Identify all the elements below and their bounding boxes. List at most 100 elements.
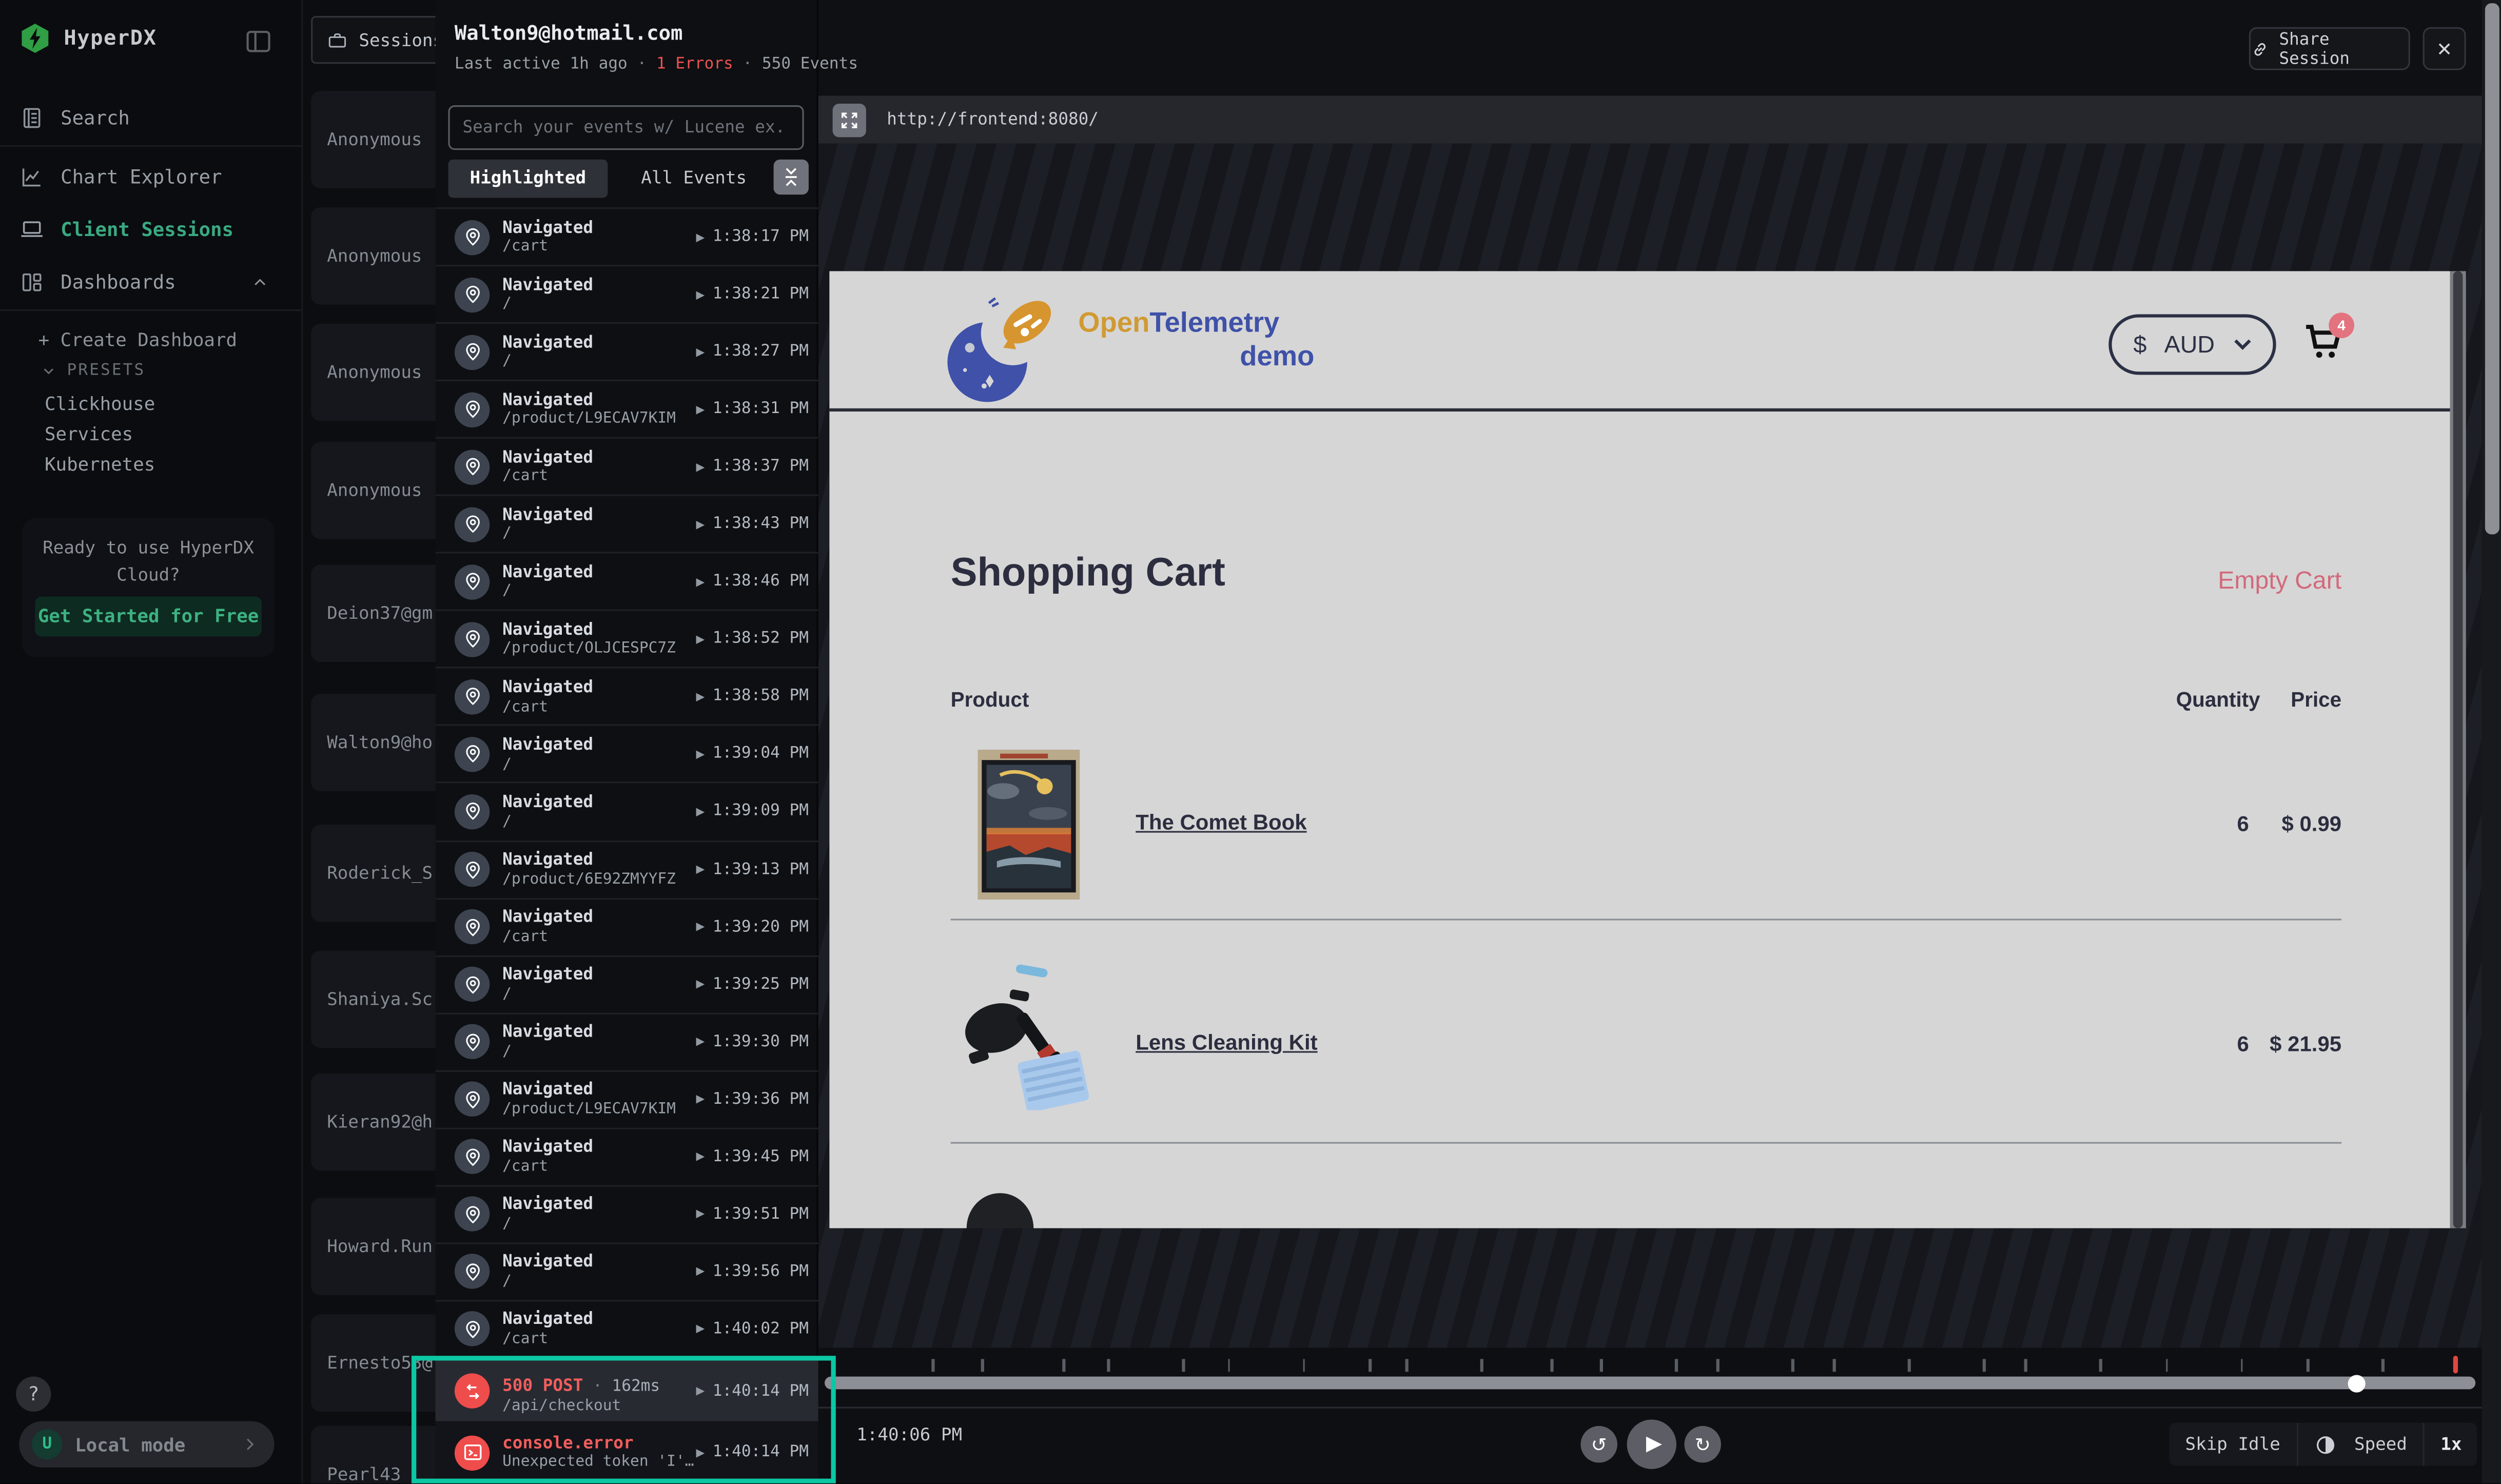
app-scrollbar-thumb[interactable]	[2484, 3, 2498, 534]
location-pin-icon	[455, 392, 490, 427]
tab-highlighted[interactable]: Highlighted	[448, 160, 608, 198]
event-path: /	[502, 985, 696, 1003]
event-row[interactable]: Navigated/product/OLJCESPC7Z▶1:38:52 PM	[436, 612, 818, 669]
event-time: 1:38:46 PM	[713, 573, 809, 591]
event-row[interactable]: Navigated/cart▶1:38:17 PM	[436, 209, 818, 266]
page-scrollbar-thumb[interactable]	[2453, 271, 2463, 1228]
expand-replay-button[interactable]	[833, 103, 866, 136]
event-row[interactable]: Navigated/product/6E92ZMYYFZ▶1:39:13 PM	[436, 842, 818, 899]
event-time: 1:38:43 PM	[713, 516, 809, 533]
event-row[interactable]: Navigated/▶1:38:46 PM	[436, 554, 818, 611]
event-row[interactable]: Navigated/cart▶1:40:02 PM	[436, 1301, 818, 1357]
event-title: Navigated	[502, 218, 696, 238]
event-row-network-error[interactable]: 500 POST · 162ms /api/checkout ▶1:40:14 …	[436, 1360, 818, 1421]
sidebar-item-dashboards[interactable]: Dashboards	[0, 262, 301, 303]
event-time: 1:39:13 PM	[713, 861, 809, 878]
timeline-track[interactable]	[825, 1377, 2475, 1390]
location-pin-icon	[455, 1197, 490, 1232]
event-row[interactable]: Navigated/▶1:39:56 PM	[436, 1244, 818, 1301]
create-dashboard-link[interactable]: + Create Dashboard	[38, 328, 237, 351]
event-row[interactable]: Navigated/▶1:39:30 PM	[436, 1014, 818, 1071]
playback-divider	[818, 1407, 2482, 1409]
demo-brand[interactable]: OpenTelemetry demo	[1078, 306, 1314, 374]
speed-group[interactable]: Speed 1x	[2338, 1423, 2478, 1466]
timeline-tick	[1405, 1359, 1408, 1372]
help-button[interactable]: ?	[16, 1377, 51, 1412]
preset-kubernetes[interactable]: Kubernetes	[45, 453, 155, 476]
get-started-button[interactable]: Get Started for Free	[35, 597, 261, 637]
event-row[interactable]: Navigated/cart▶1:39:20 PM	[436, 899, 818, 956]
share-session-button[interactable]: Share Session	[2249, 27, 2410, 70]
event-row[interactable]: Navigated/cart▶1:39:45 PM	[436, 1129, 818, 1186]
play-button[interactable]: ▶	[1627, 1419, 1676, 1469]
local-mode-menu[interactable]: U Local mode	[19, 1421, 274, 1468]
event-search-input[interactable]	[448, 105, 804, 150]
product-link[interactable]: The Comet Book	[1136, 810, 1306, 834]
avatar: U	[32, 1429, 62, 1459]
timeline-tick	[2024, 1359, 2027, 1372]
sidebar-item-search[interactable]: Search	[0, 97, 301, 139]
location-pin-icon	[455, 219, 490, 254]
forward-button[interactable]: ↻	[1684, 1426, 1721, 1462]
timeline-tick	[1791, 1359, 1794, 1372]
preset-services[interactable]: Services	[45, 423, 133, 445]
currency-code: AUD	[2164, 331, 2215, 358]
event-message: Unexpected token 'I'…	[502, 1454, 696, 1472]
skip-idle-toggle-icon[interactable]	[2314, 1433, 2336, 1456]
sidebar-collapse-icon[interactable]	[244, 27, 273, 56]
event-row[interactable]: Navigated/▶1:38:27 PM	[436, 324, 818, 381]
play-marker-icon: ▶	[696, 1323, 705, 1336]
event-path: /	[502, 1273, 696, 1291]
event-row[interactable]: Navigated/▶1:39:51 PM	[436, 1186, 818, 1244]
play-marker-icon: ▶	[696, 1384, 705, 1397]
app-logo[interactable]: HyperDX	[19, 23, 157, 54]
event-time: 1:38:17 PM	[713, 228, 809, 246]
event-row[interactable]: Navigated/▶1:38:43 PM	[436, 496, 818, 554]
share-session-label: Share Session	[2279, 30, 2408, 68]
event-row[interactable]: Navigated/▶1:39:25 PM	[436, 956, 818, 1014]
product-link[interactable]: Lens Cleaning Kit	[1136, 1030, 1317, 1055]
empty-cart-link[interactable]: Empty Cart	[2218, 568, 2341, 597]
event-row[interactable]: Navigated/▶1:39:04 PM	[436, 727, 818, 784]
play-marker-icon: ▶	[696, 576, 705, 589]
timeline-tick	[1369, 1359, 1372, 1372]
presets-toggle[interactable]: PRESETS	[42, 362, 146, 380]
close-button[interactable]: ✕	[2423, 27, 2466, 70]
event-row[interactable]: Navigated/cart▶1:38:37 PM	[436, 439, 818, 496]
sidebar-item-chart-explorer[interactable]: Chart Explorer	[0, 157, 301, 198]
event-row[interactable]: Navigated/product/L9ECAV7KIM▶1:39:36 PM	[436, 1071, 818, 1129]
event-row[interactable]: Navigated/▶1:38:21 PM	[436, 266, 818, 324]
event-row-console-error[interactable]: console.error Unexpected token 'I'… ▶1:4…	[436, 1421, 818, 1484]
location-pin-icon	[455, 679, 490, 714]
event-path: /product/OLJCESPC7Z	[502, 640, 696, 658]
currency-select[interactable]: $ AUD	[2108, 314, 2276, 375]
cloud-promo-card: Ready to use HyperDXCloud? Get Started f…	[23, 518, 275, 657]
cart-button[interactable]: 4	[2301, 321, 2356, 372]
event-title: Navigated	[502, 965, 696, 985]
event-duration: 162ms	[612, 1378, 660, 1395]
location-pin-icon	[455, 622, 490, 657]
location-pin-icon	[455, 1139, 490, 1174]
event-title: Navigated	[502, 1138, 696, 1158]
preset-clickhouse[interactable]: Clickhouse	[45, 393, 155, 415]
timeline-tick	[931, 1359, 934, 1372]
event-row[interactable]: Navigated/▶1:39:09 PM	[436, 784, 818, 842]
rewind-button[interactable]: ↺	[1580, 1426, 1617, 1462]
event-title: Navigated	[502, 1310, 696, 1330]
event-row[interactable]: Navigated/product/L9ECAV7KIM▶1:38:31 PM	[436, 381, 818, 439]
sidebar-item-client-sessions[interactable]: Client Sessions	[0, 209, 301, 250]
event-row[interactable]: Navigated/cart▶1:38:58 PM	[436, 669, 818, 727]
skip-idle-group: Skip Idle	[2169, 1423, 2352, 1466]
event-time: 1:39:25 PM	[713, 975, 809, 993]
tab-all-events[interactable]: All Events	[620, 160, 767, 198]
event-path: /	[502, 296, 696, 314]
collapse-events-button[interactable]	[774, 160, 809, 194]
sidebar-divider	[0, 309, 301, 311]
forward-icon: ↻	[1695, 1433, 1711, 1456]
sidebar: HyperDX Search Chart Explorer Client Ses…	[0, 0, 303, 1484]
location-pin-icon	[455, 450, 490, 484]
timeline-tick	[1550, 1359, 1553, 1372]
page-scrollbar[interactable]	[2450, 271, 2466, 1228]
app-scrollbar[interactable]	[2482, 0, 2501, 1484]
tab-sessions[interactable]: Sessions	[311, 16, 455, 64]
